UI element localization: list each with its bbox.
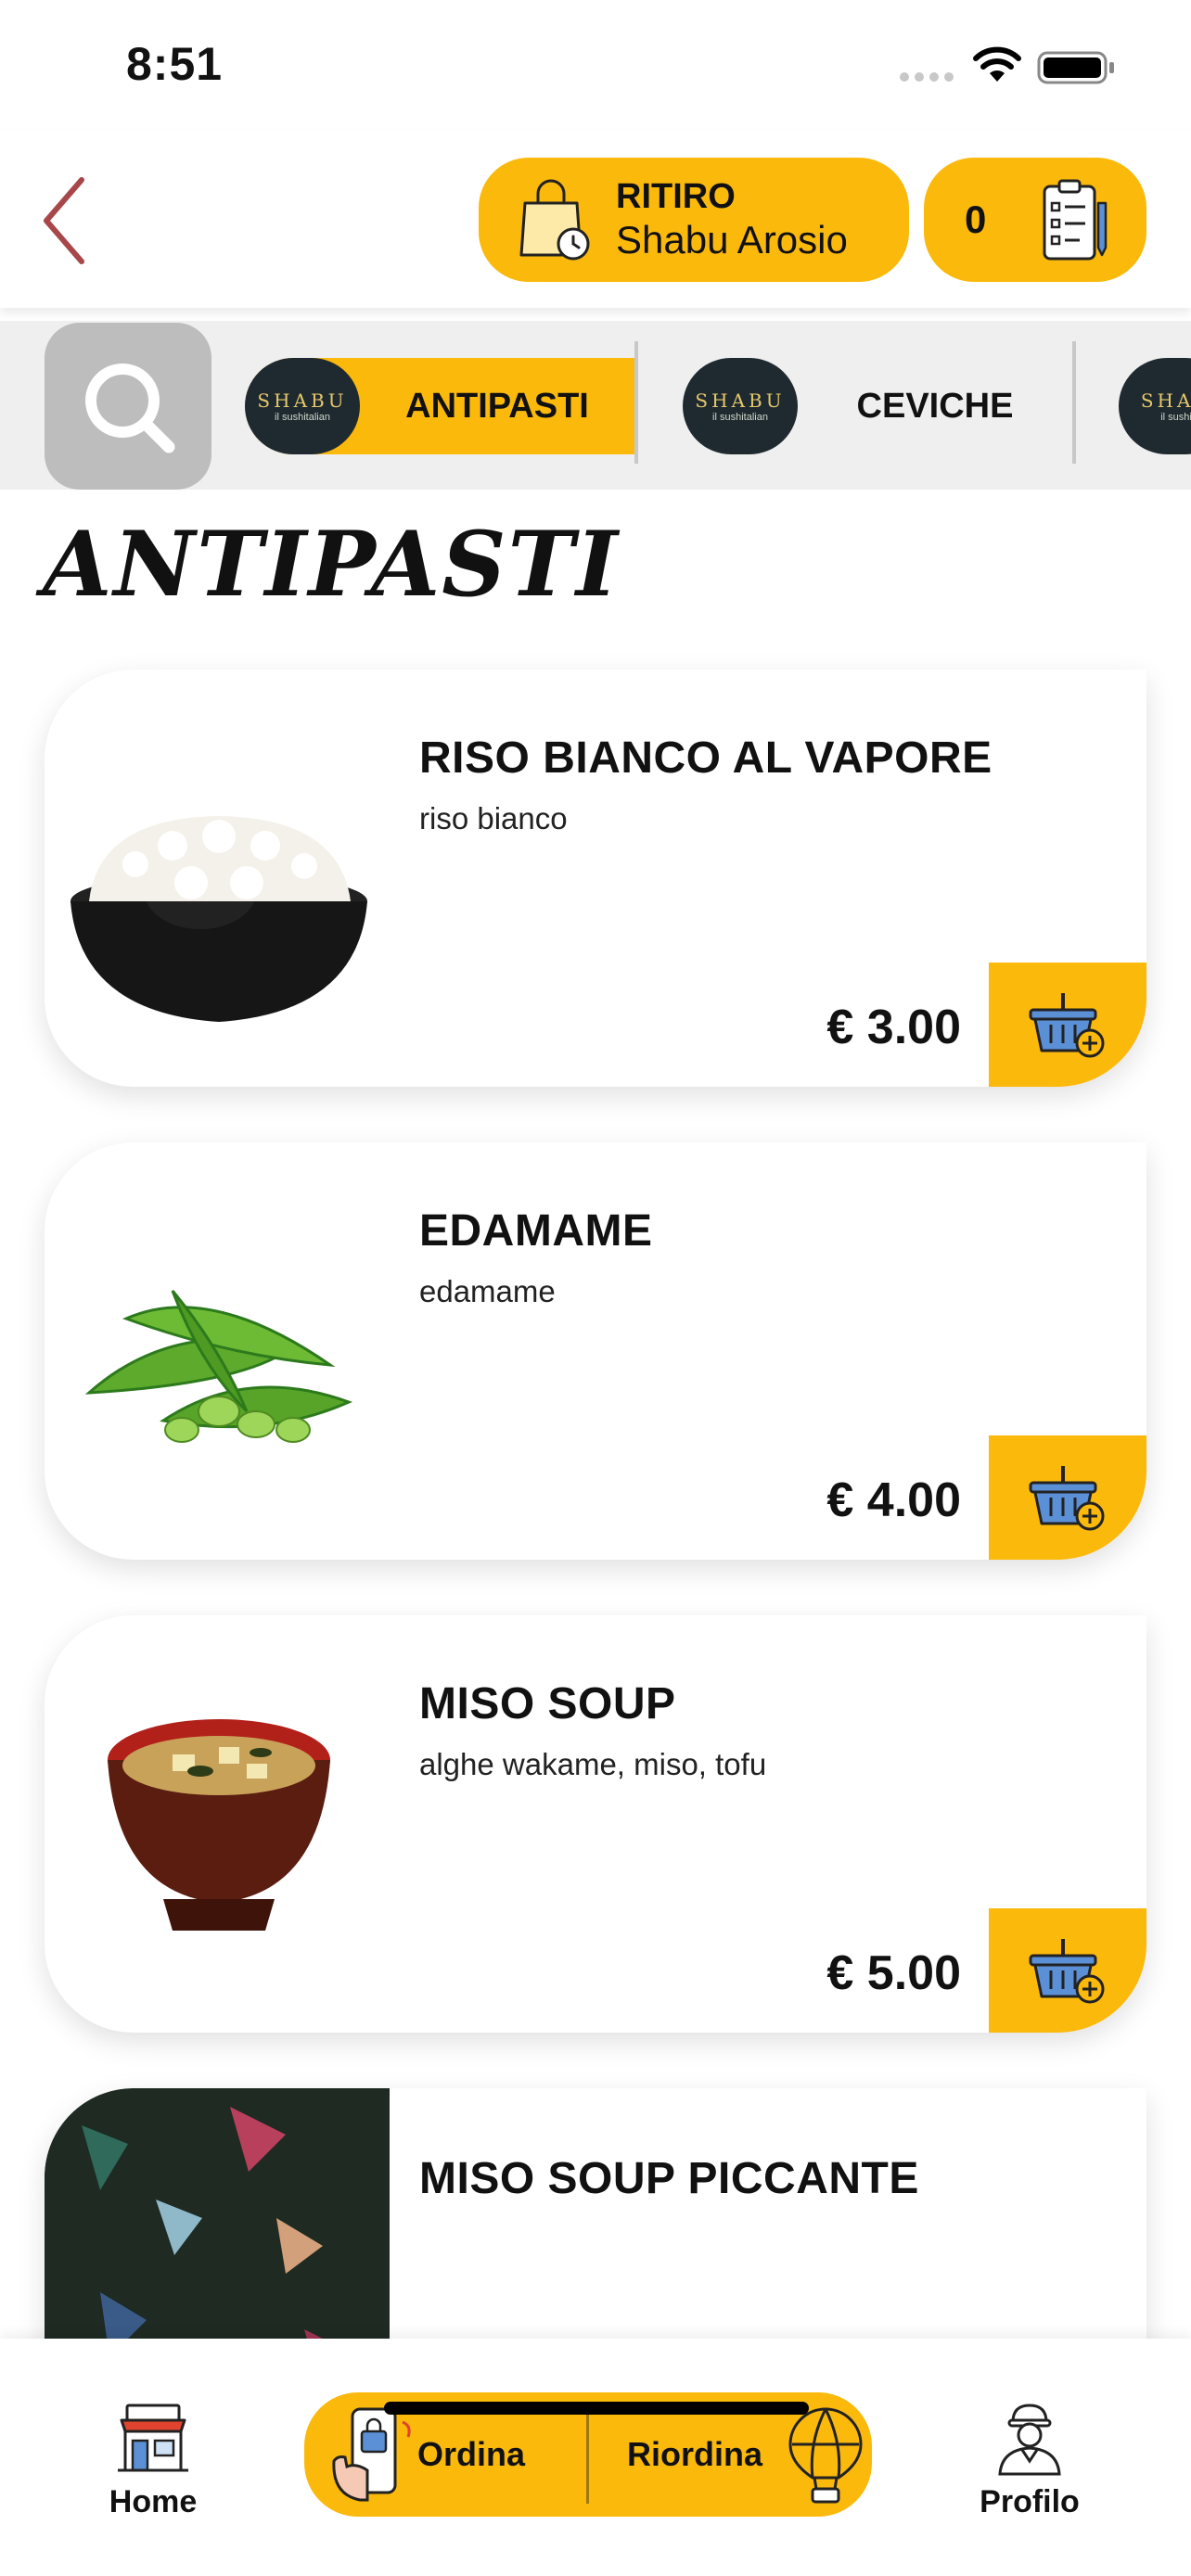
product-description: alghe wakame, miso, tofu [419,1747,767,1781]
cart-count: 0 [965,198,987,241]
product-name: MISO SOUP PICCANTE [419,2154,919,2203]
basket-plus-icon [1029,1939,1105,2004]
add-to-cart-button[interactable] [989,963,1146,1087]
pickup-location: Shabu Arosio [616,217,848,261]
nav-reorder[interactable]: Riordina [627,2405,870,2504]
product-card[interactable]: MISO SOUP alghe wakame, miso, tofu € 5.0… [45,1615,1146,2033]
product-price: € 5.00 [826,1946,961,2000]
category-divider [1072,341,1076,464]
category-label: CEVICHE [856,386,1014,426]
category-logo: SHABU il sushitalian [683,358,798,454]
product-card[interactable]: RISO BIANCO AL VAPORE riso bianco € 3.00 [45,670,1146,1087]
product-name: RISO BIANCO AL VAPORE [419,733,992,783]
logo-tag: il sushitalian [275,412,330,423]
hot-air-balloon-icon [788,2407,863,2504]
delivery-person-icon [998,2404,1061,2476]
bottom-nav: Home Ordina Riordina Profilo [0,2339,1191,2576]
home-indicator [384,2402,809,2415]
nav-divider [586,2405,589,2504]
add-to-cart-button[interactable] [989,1908,1146,2033]
chevron-left-icon[interactable] [37,174,93,267]
search-button[interactable] [45,323,211,490]
product-image [108,1719,330,1931]
nav-home-label: Home [109,2484,198,2519]
add-to-cart-button[interactable] [989,1435,1146,1560]
product-price: € 3.00 [826,1001,961,1054]
nav-profile[interactable]: Profilo [974,2402,1085,2520]
category-tab-next[interactable]: SHAB il sushi [1119,358,1191,454]
product-name: MISO SOUP [419,1679,676,1728]
logo-tag: il sushitalian [712,412,768,423]
category-label: ANTIPASTI [405,386,589,426]
phone-order-icon [332,2407,411,2502]
category-logo: SHAB il sushi [1119,358,1191,454]
category-logo: SHABU il sushitalian [245,358,360,454]
section-title: ANTIPASTI [43,512,620,617]
nav-home[interactable]: Home [102,2402,204,2520]
order-list-icon [1043,179,1108,261]
product-description: edamame [419,1274,556,1308]
category-tab-antipasti[interactable]: SHABU il sushitalian ANTIPASTI [245,358,634,454]
status-bar: 8:51 [0,0,1191,130]
logo-brand: SHAB [1140,389,1191,412]
signal-icon [900,72,954,82]
pickup-title: RITIRO [616,177,736,216]
product-name: EDAMAME [419,1206,653,1256]
basket-plus-icon [1029,993,1105,1058]
pickup-mode-button[interactable]: RITIRO Shabu Arosio [479,158,909,282]
basket-plus-icon [1029,1466,1105,1531]
nav-profile-label: Profilo [980,2484,1080,2519]
header: RITIRO Shabu Arosio 0 [0,130,1191,308]
product-price: € 4.00 [826,1473,961,1527]
search-icon [85,363,175,453]
nav-order[interactable]: Ordina [328,2405,525,2504]
shopping-bag-clock-icon [519,179,590,261]
status-time: 8:51 [126,38,224,90]
wifi-icon [973,46,1021,82]
product-card[interactable]: EDAMAME edamame € 4.00 [45,1142,1146,1560]
logo-tag: il sushi [1160,412,1191,423]
cart-button[interactable]: 0 [924,158,1146,282]
category-bar: SHABU il sushitalian ANTIPASTI SHABU il … [0,321,1191,490]
nav-reorder-label: Riordina [627,2435,763,2473]
category-tab-ceviche[interactable]: SHABU il sushitalian CEVICHE [683,358,1072,454]
nav-order-label: Ordina [417,2435,526,2473]
product-description: riso bianco [419,801,568,835]
product-image [70,816,367,1022]
logo-brand: SHABU [695,389,786,412]
logo-brand: SHABU [257,389,348,412]
category-divider [634,341,638,464]
product-image [84,1290,353,1443]
store-icon [118,2404,188,2472]
battery-icon [1037,51,1114,84]
